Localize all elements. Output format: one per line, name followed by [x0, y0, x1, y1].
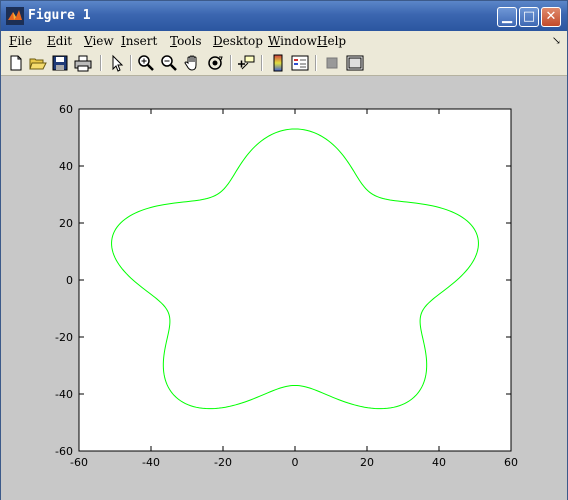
- menu-insert[interactable]: Insert: [121, 34, 157, 48]
- toolbar-separator: [261, 55, 263, 71]
- y-tick-label: -20: [55, 331, 73, 344]
- figure-canvas: -60 -40 -20 0 20 40 60 -60 -40 -20 0 20 40 60: [1, 76, 567, 500]
- window-title: Figure 1: [28, 8, 91, 23]
- menu-edit[interactable]: Edit: [47, 34, 72, 48]
- y-tick-label: 40: [59, 160, 73, 173]
- printer-icon: [74, 55, 92, 72]
- show-plot-tools-icon: [346, 55, 364, 71]
- x-tick-label: 0: [292, 456, 299, 469]
- dock-arrow-icon[interactable]: ↘: [552, 34, 561, 47]
- toolbar-separator: [230, 55, 232, 71]
- new-file-icon: [10, 55, 22, 71]
- data-cursor-button[interactable]: [237, 54, 255, 72]
- figure-toolbar: [1, 51, 567, 76]
- zoom-out-icon: [161, 55, 177, 71]
- toolbar-separator: [130, 55, 132, 71]
- y-tick-label: -60: [55, 445, 73, 458]
- print-figure-button[interactable]: [74, 54, 92, 72]
- y-tick-label: -40: [55, 388, 73, 401]
- open-folder-icon: [29, 58, 47, 70]
- menu-window[interactable]: Window: [268, 34, 317, 48]
- menu-tools[interactable]: Tools: [170, 34, 202, 48]
- rotate-icon: [208, 56, 223, 70]
- minimize-button[interactable]: ▁: [497, 7, 517, 27]
- close-icon: ✕: [545, 9, 557, 24]
- menu-view[interactable]: View: [84, 34, 114, 48]
- maximize-button[interactable]: □: [519, 7, 539, 27]
- close-button[interactable]: ✕: [541, 7, 561, 27]
- edit-plot-button[interactable]: [108, 54, 126, 72]
- hide-plot-tools-button[interactable]: [323, 54, 341, 72]
- x-tick-label: 20: [360, 456, 374, 469]
- toolbar-separator: [315, 55, 317, 71]
- zoom-in-icon: [138, 55, 154, 71]
- hand-icon: [184, 55, 197, 71]
- save-disk-icon: [52, 55, 68, 71]
- zoom-in-button[interactable]: [137, 54, 155, 72]
- x-tick-label: 60: [504, 456, 518, 469]
- arrow-pointer-icon: [112, 54, 124, 72]
- x-tick-label: -40: [142, 456, 160, 469]
- menu-desktop[interactable]: Desktop: [213, 34, 263, 48]
- matlab-icon: [6, 7, 24, 25]
- save-figure-button[interactable]: [51, 54, 69, 72]
- pan-button[interactable]: [183, 54, 201, 72]
- x-tick-label: 40: [432, 456, 446, 469]
- rotate-3d-button[interactable]: [206, 54, 224, 72]
- plot-svg[interactable]: -60 -40 -20 0 20 40 60-60-40-200204060: [1, 76, 567, 500]
- insert-legend-button[interactable]: [291, 54, 309, 72]
- x-tick-label: -20: [214, 456, 232, 469]
- data-cursor-icon: [238, 55, 255, 70]
- zoom-out-button[interactable]: [160, 54, 178, 72]
- menu-help[interactable]: Help: [317, 34, 346, 48]
- show-plot-tools-button[interactable]: [346, 54, 364, 72]
- y-tick-label: 0: [66, 274, 73, 287]
- colorbar-icon: [273, 54, 283, 72]
- figure-window: Figure 1 ▁ □ ✕ File Edit View Insert Too…: [0, 0, 568, 500]
- minimize-icon: ▁: [502, 9, 512, 24]
- y-tick-label: 60: [59, 103, 73, 116]
- toolbar-separator: [100, 55, 102, 71]
- new-figure-button[interactable]: [7, 54, 25, 72]
- y-tick-label: 20: [59, 217, 73, 230]
- axes-box[interactable]: [78, 108, 512, 452]
- menu-bar: File Edit View Insert Tools Desktop Wind…: [1, 31, 567, 51]
- menu-file[interactable]: File: [9, 34, 32, 48]
- title-bar[interactable]: Figure 1 ▁ □ ✕: [1, 1, 567, 31]
- insert-colorbar-button[interactable]: [269, 54, 287, 72]
- maximize-icon: □: [522, 9, 536, 24]
- legend-icon: [291, 55, 309, 71]
- hide-plot-tools-icon: [326, 57, 338, 69]
- open-file-button[interactable]: [29, 54, 47, 72]
